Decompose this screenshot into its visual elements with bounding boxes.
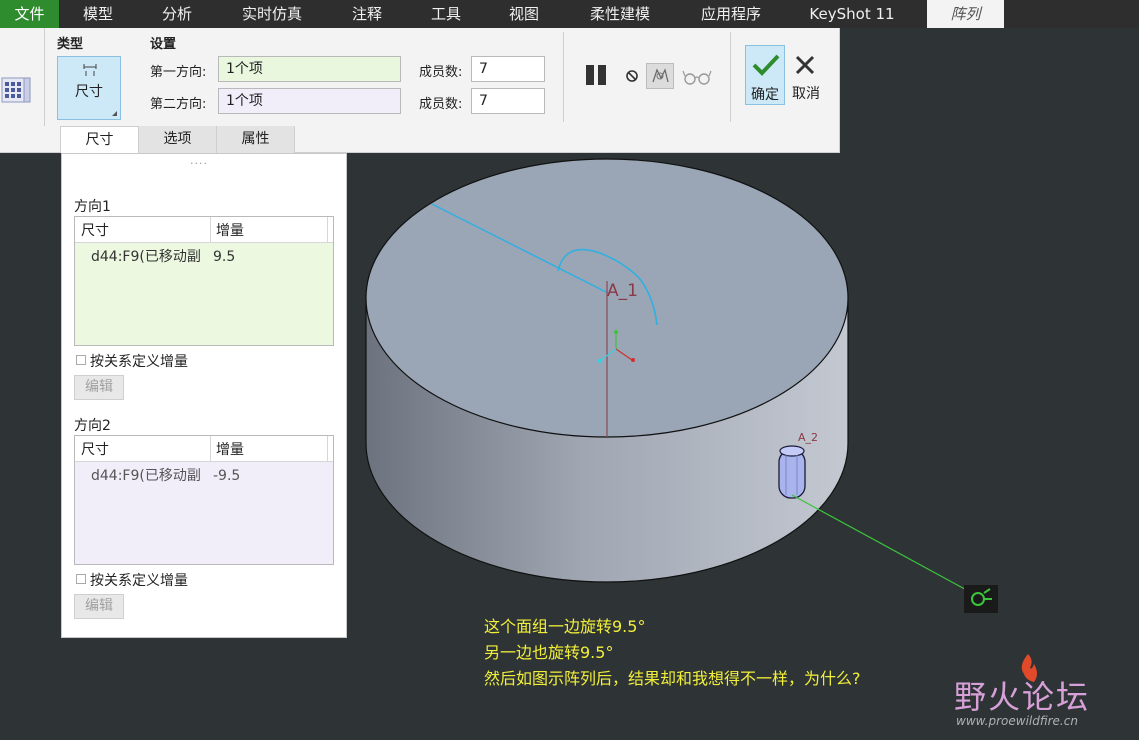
checkmark-icon <box>752 54 780 76</box>
direction2-col-increment: 增量 <box>216 442 244 458</box>
direction2-edit-button[interactable]: 编辑 <box>74 594 124 619</box>
no-preview-icon[interactable] <box>624 68 640 84</box>
first-direction-collector[interactable]: 1个项 <box>218 56 401 82</box>
menu-applications[interactable]: 应用程序 <box>687 0 775 28</box>
menu-model[interactable]: 模型 <box>70 0 126 28</box>
type-dimension-button[interactable]: 尺寸 <box>57 56 121 120</box>
verify-icon <box>652 68 669 83</box>
glasses-preview-icon[interactable] <box>682 67 712 87</box>
first-direction-label: 第一方向: <box>150 65 207 80</box>
verify-mode-button[interactable] <box>646 63 674 89</box>
direction1-row-increment[interactable]: 9.5 <box>213 245 235 269</box>
member-count-input-2[interactable]: 7 <box>471 88 545 114</box>
tab-dimensions[interactable]: 尺寸 <box>60 126 139 153</box>
annotation-line-2: 另一边也旋转9.5° <box>484 643 614 662</box>
type-button-label: 尺寸 <box>75 84 103 100</box>
leader-line <box>791 494 973 594</box>
menu-tools[interactable]: 工具 <box>419 0 473 28</box>
pattern-table-icon[interactable] <box>0 74 32 106</box>
ribbon-background-extension <box>840 28 1139 153</box>
axis-label-small: A_2 <box>798 431 819 444</box>
ribbon-divider <box>563 32 564 122</box>
menu-file[interactable]: 文件 <box>0 0 59 28</box>
direction2-relation-checkbox[interactable] <box>76 574 86 584</box>
menu-bar: 文件 模型 分析 实时仿真 注释 工具 视图 柔性建模 应用程序 KeyShot… <box>0 0 1139 28</box>
direction1-table-header: 尺寸 增量 <box>75 217 333 243</box>
menu-view[interactable]: 视图 <box>497 0 551 28</box>
watermark-title: 野火论坛 <box>954 678 1091 716</box>
second-direction-collector[interactable]: 1个项 <box>218 88 401 114</box>
member-count-input-1[interactable]: 7 <box>471 56 545 82</box>
direction1-edit-button[interactable]: 编辑 <box>74 375 124 400</box>
menu-annotate[interactable]: 注释 <box>340 0 394 28</box>
direction1-title: 方向1 <box>74 199 111 215</box>
annotation-line-3: 然后如图示阵列后，结果却和我想得不一样，为什么? <box>484 669 861 688</box>
menu-keyshot[interactable]: KeyShot 11 <box>798 0 906 28</box>
forum-watermark: 野火论坛 www.proewildfire.cn <box>952 650 1132 730</box>
confirm-label: 确定 <box>751 87 779 103</box>
dimensions-panel: .... 方向1 尺寸 增量 d44:F9(已移动副 9.5 按关系定义增量 编… <box>61 153 347 638</box>
menu-flexible-modeling[interactable]: 柔性建模 <box>576 0 664 28</box>
direction2-col-dimension: 尺寸 <box>81 442 109 458</box>
watermark-url: www.proewildfire.cn <box>956 714 1078 728</box>
direction2-row-increment[interactable]: -9.5 <box>213 464 240 488</box>
second-direction-label: 第二方向: <box>150 97 207 112</box>
drag-handle-icon <box>964 585 998 613</box>
tab-options[interactable]: 选项 <box>139 126 217 153</box>
pattern-leader-feature <box>778 445 806 499</box>
direction2-table[interactable]: 尺寸 增量 d44:F9(已移动副 -9.5 <box>74 435 334 565</box>
confirm-button[interactable]: 确定 <box>745 45 785 105</box>
panel-grip[interactable]: .... <box>190 154 208 167</box>
ribbon-divider <box>730 32 731 122</box>
dashboard-tabs: 尺寸 选项 属性 <box>44 126 840 153</box>
type-group-label: 类型 <box>57 37 84 52</box>
cancel-button[interactable]: 取消 <box>789 45 823 105</box>
ribbon-divider <box>44 28 45 126</box>
direction2-row-dimension: d44:F9(已移动副 <box>91 468 201 484</box>
member-count-label-2: 成员数: <box>419 97 463 112</box>
annotation-line-1: 这个面组一边旋转9.5° <box>484 617 646 636</box>
dropdown-corner-icon <box>112 111 117 116</box>
settings-group-label: 设置 <box>150 37 177 52</box>
direction1-row-dimension: d44:F9(已移动副 <box>91 249 201 265</box>
direction2-relation-label: 按关系定义增量 <box>90 573 188 589</box>
axis-label: A_1 <box>607 281 638 301</box>
direction1-table[interactable]: 尺寸 增量 d44:F9(已移动副 9.5 <box>74 216 334 346</box>
direction1-col-increment: 增量 <box>216 223 244 239</box>
pause-icon[interactable] <box>584 64 610 86</box>
direction2-table-header: 尺寸 增量 <box>75 436 333 462</box>
direction1-relation-label: 按关系定义增量 <box>90 354 188 370</box>
close-icon <box>795 55 815 75</box>
menu-analysis[interactable]: 分析 <box>149 0 205 28</box>
direction1-col-dimension: 尺寸 <box>81 223 109 239</box>
menu-realtime-simulation[interactable]: 实时仿真 <box>228 0 316 28</box>
direction1-relation-checkbox[interactable] <box>76 355 86 365</box>
menu-pattern[interactable]: 阵列 <box>927 0 1004 28</box>
cancel-label: 取消 <box>792 86 820 102</box>
dimension-icon <box>83 64 97 76</box>
direction2-title: 方向2 <box>74 418 111 434</box>
member-count-label-1: 成员数: <box>419 65 463 80</box>
tab-properties[interactable]: 属性 <box>217 126 295 153</box>
